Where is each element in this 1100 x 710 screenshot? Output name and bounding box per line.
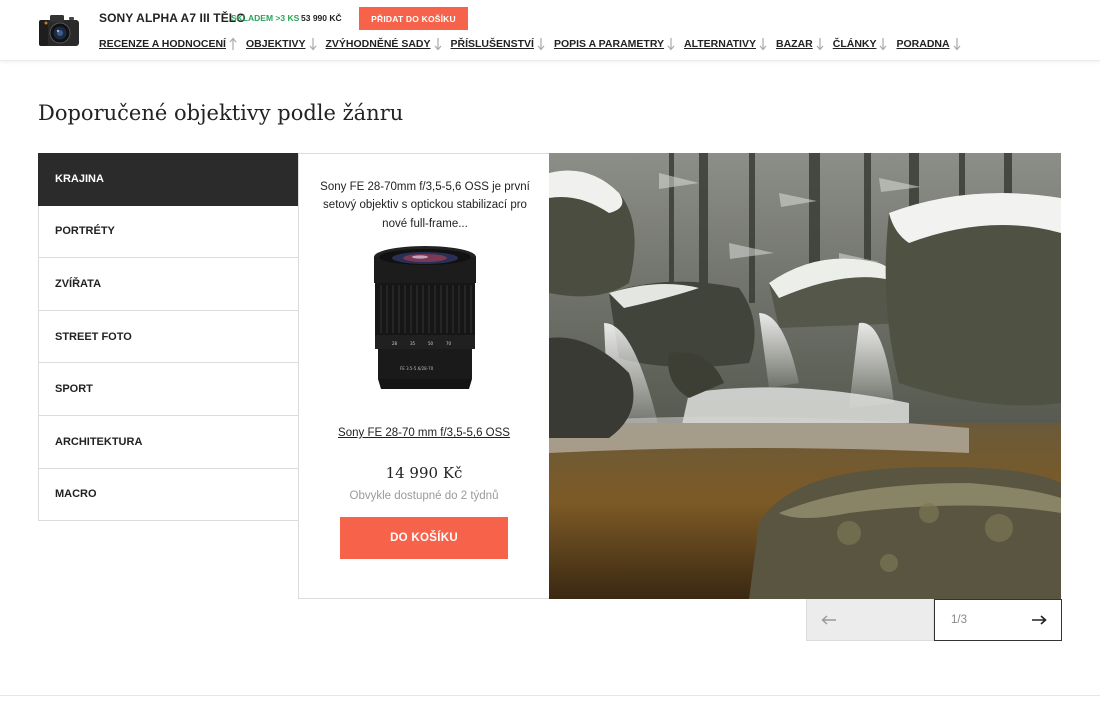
nav-item-label: POPIS A PARAMETRY <box>553 38 665 50</box>
tab-architektura[interactable]: ARCHITEKTURA <box>38 415 299 469</box>
nav-item-label: ČLÁNKY <box>832 38 877 50</box>
stock-status: SKLADEM >3 KS <box>231 13 300 23</box>
svg-text:70: 70 <box>446 341 452 346</box>
section-title: Doporučené objektivy podle žánru <box>38 101 404 125</box>
camera-thumbnail[interactable] <box>38 13 80 47</box>
tab-sport[interactable]: SPORT <box>38 363 299 416</box>
tab-zvirata[interactable]: ZVÍŘATA <box>38 258 299 311</box>
tab-krajina[interactable]: KRAJINA <box>38 153 299 206</box>
lens-image[interactable]: 28 35 50 70 FE 3.5-5.6/28-70 <box>372 244 478 394</box>
genre-tabs: KRAJINA PORTRÉTY ZVÍŘATA STREET FOTO SPO… <box>38 153 299 522</box>
header-price: 53 990 KČ <box>301 13 342 23</box>
nav-item-poradna[interactable]: PORADNA <box>896 37 961 51</box>
nav-item-recenze[interactable]: RECENZE A HODNOCENÍ <box>99 37 237 51</box>
nav-item-zvyhodnene-sady[interactable]: ZVÝHODNĚNÉ SADY <box>326 37 442 51</box>
page-counter: 1/3 <box>951 614 967 626</box>
svg-text:28: 28 <box>392 341 398 346</box>
section-divider <box>0 695 1100 696</box>
nav-item-alternativy[interactable]: ALTERNATIVY <box>684 37 767 51</box>
product-name: SONY ALPHA A7 III TĚLO <box>99 11 246 25</box>
product-description: Sony FE 28-70mm f/3,5-5,6 OSS je první s… <box>320 181 530 230</box>
arrow-down-icon <box>667 38 675 51</box>
arrow-down-icon <box>537 38 545 51</box>
svg-text:35: 35 <box>410 341 416 346</box>
tab-street-foto[interactable]: STREET FOTO <box>38 310 299 364</box>
nav-item-label: PŘÍSLUŠENSTVÍ <box>450 38 534 50</box>
nav-item-bazar[interactable]: BAZAR <box>776 37 824 51</box>
arrow-down-icon <box>309 38 316 51</box>
next-button[interactable]: 1/3 <box>934 599 1062 641</box>
add-to-cart-button[interactable]: PŘIDAT DO KOŠÍKU <box>359 7 468 30</box>
nav-item-label: ALTERNATIVY <box>684 38 756 50</box>
product-price: 14 990 Kč <box>385 464 463 482</box>
nav-item-label: BAZAR <box>775 38 813 50</box>
tab-portrety[interactable]: PORTRÉTY <box>38 205 299 259</box>
svg-text:50: 50 <box>428 341 434 346</box>
arrow-down-icon <box>816 38 824 51</box>
nav-item-clanky[interactable]: ČLÁNKY <box>833 37 888 51</box>
nav-item-label: OBJEKTIVY <box>245 38 306 50</box>
nav-item-label: ZVÝHODNĚNÉ SADY <box>325 38 431 50</box>
arrow-down-icon <box>953 38 961 51</box>
arrow-down-icon <box>880 38 887 51</box>
arrow-down-icon <box>759 38 767 51</box>
product-header-bar: SONY ALPHA A7 III TĚLO SKLADEM >3 KS 53 … <box>0 0 1100 61</box>
availability-text: Obvykle dostupné do 2 týdnů <box>349 490 499 502</box>
nav-item-label: RECENZE A HODNOCENÍ <box>99 38 226 50</box>
product-card: Sony FE 28-70mm f/3,5-5,6 OSS je první s… <box>298 153 550 599</box>
nav-item-prislusenstvi[interactable]: PŘÍSLUŠENSTVÍ <box>451 37 545 51</box>
arrow-right-icon <box>1032 615 1047 625</box>
do-kosiku-button[interactable]: DO KOŠÍKU <box>340 517 508 559</box>
tab-macro[interactable]: MACRO <box>38 468 299 522</box>
nav-item-objektivy[interactable]: OBJEKTIVY <box>246 37 317 51</box>
product-section-nav: RECENZE A HODNOCENÍ OBJEKTIVY ZVÝHODNĚNÉ… <box>99 36 970 52</box>
nav-item-label: PORADNA <box>896 38 950 50</box>
svg-text:FE 3.5-5.6/28-70: FE 3.5-5.6/28-70 <box>400 366 434 371</box>
arrow-up-icon <box>229 37 237 50</box>
carousel-pager: 1/3 <box>806 599 1062 641</box>
prev-button[interactable] <box>806 599 934 641</box>
product-name-link[interactable]: Sony FE 28-70 mm f/3,5-5,6 OSS <box>299 427 549 439</box>
arrow-down-icon <box>434 38 441 51</box>
nav-item-popis-a-parametry[interactable]: POPIS A PARAMETRY <box>554 37 675 51</box>
arrow-left-icon <box>821 614 836 625</box>
landscape-photo <box>549 153 1061 599</box>
